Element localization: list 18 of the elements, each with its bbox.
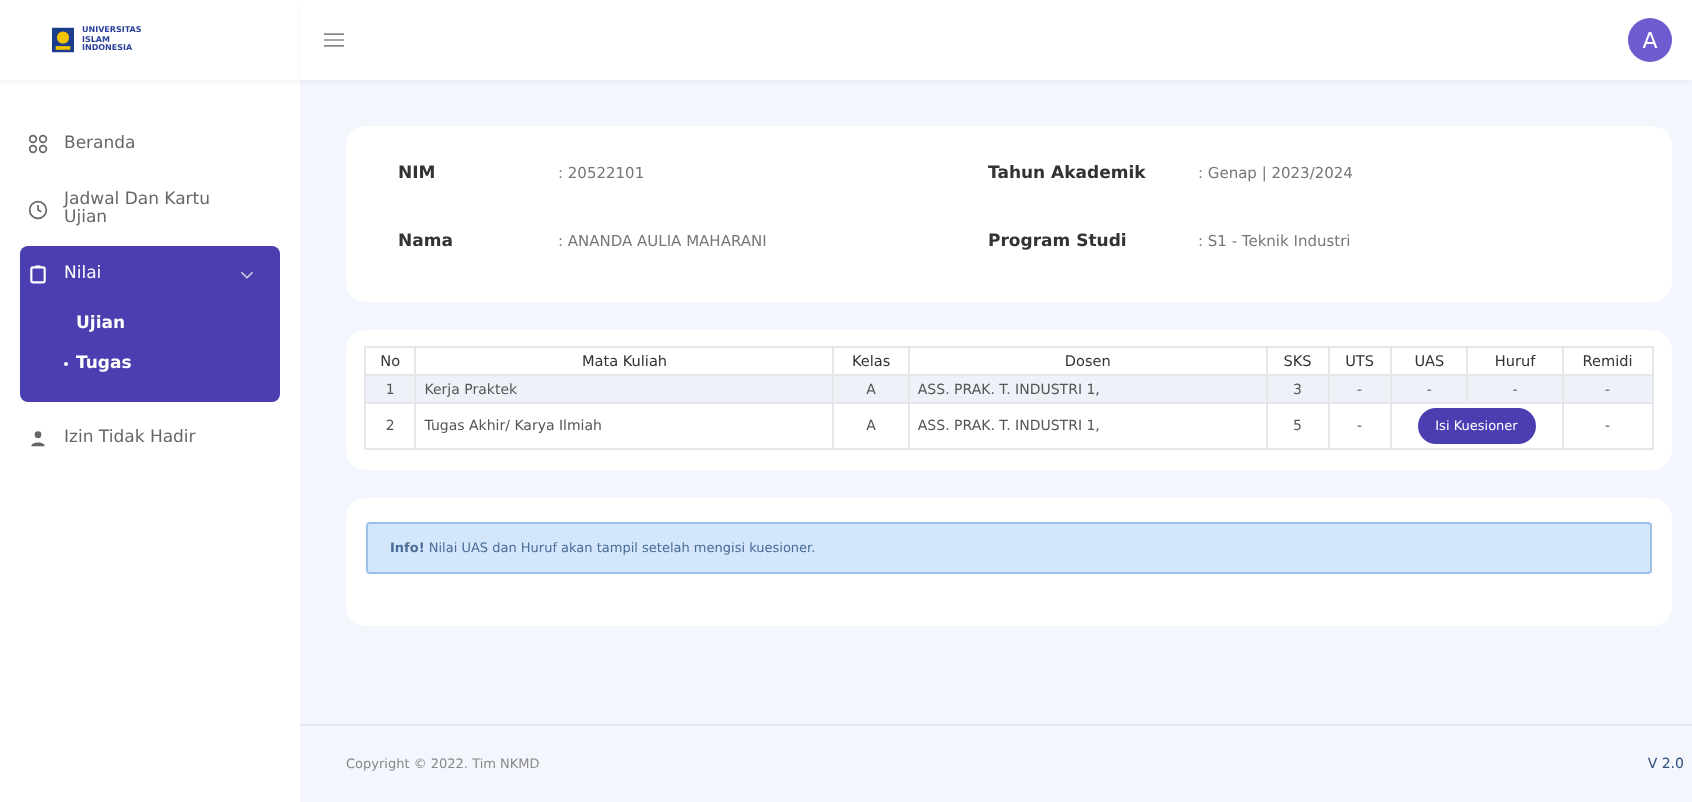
field-label: Tahun Akademik xyxy=(988,164,1148,188)
sidebar-item[interactable]: Izin Tidak Hadir xyxy=(20,410,280,466)
menu-icon[interactable] xyxy=(324,32,344,48)
sidebar-item[interactable]: Nilai xyxy=(20,246,280,302)
clock-icon xyxy=(28,199,48,219)
field-label: Program Studi xyxy=(988,232,1129,256)
submenu-item[interactable]: Tugas xyxy=(20,342,280,382)
submenu-item[interactable]: Ujian xyxy=(20,302,280,342)
field-label: Nama xyxy=(398,232,455,256)
sidebar-item[interactable]: Jadwal Dan Kartu Ujian xyxy=(20,180,280,238)
sidebar-item[interactable]: Beranda xyxy=(20,116,280,172)
logo-emblem-icon xyxy=(52,26,74,54)
grid-icon xyxy=(28,134,48,154)
chevron-down-icon xyxy=(240,269,254,279)
field-label: NIM xyxy=(398,164,438,188)
person-icon xyxy=(28,428,48,448)
clipboard-icon xyxy=(28,264,48,284)
avatar[interactable]: A xyxy=(1628,18,1672,62)
